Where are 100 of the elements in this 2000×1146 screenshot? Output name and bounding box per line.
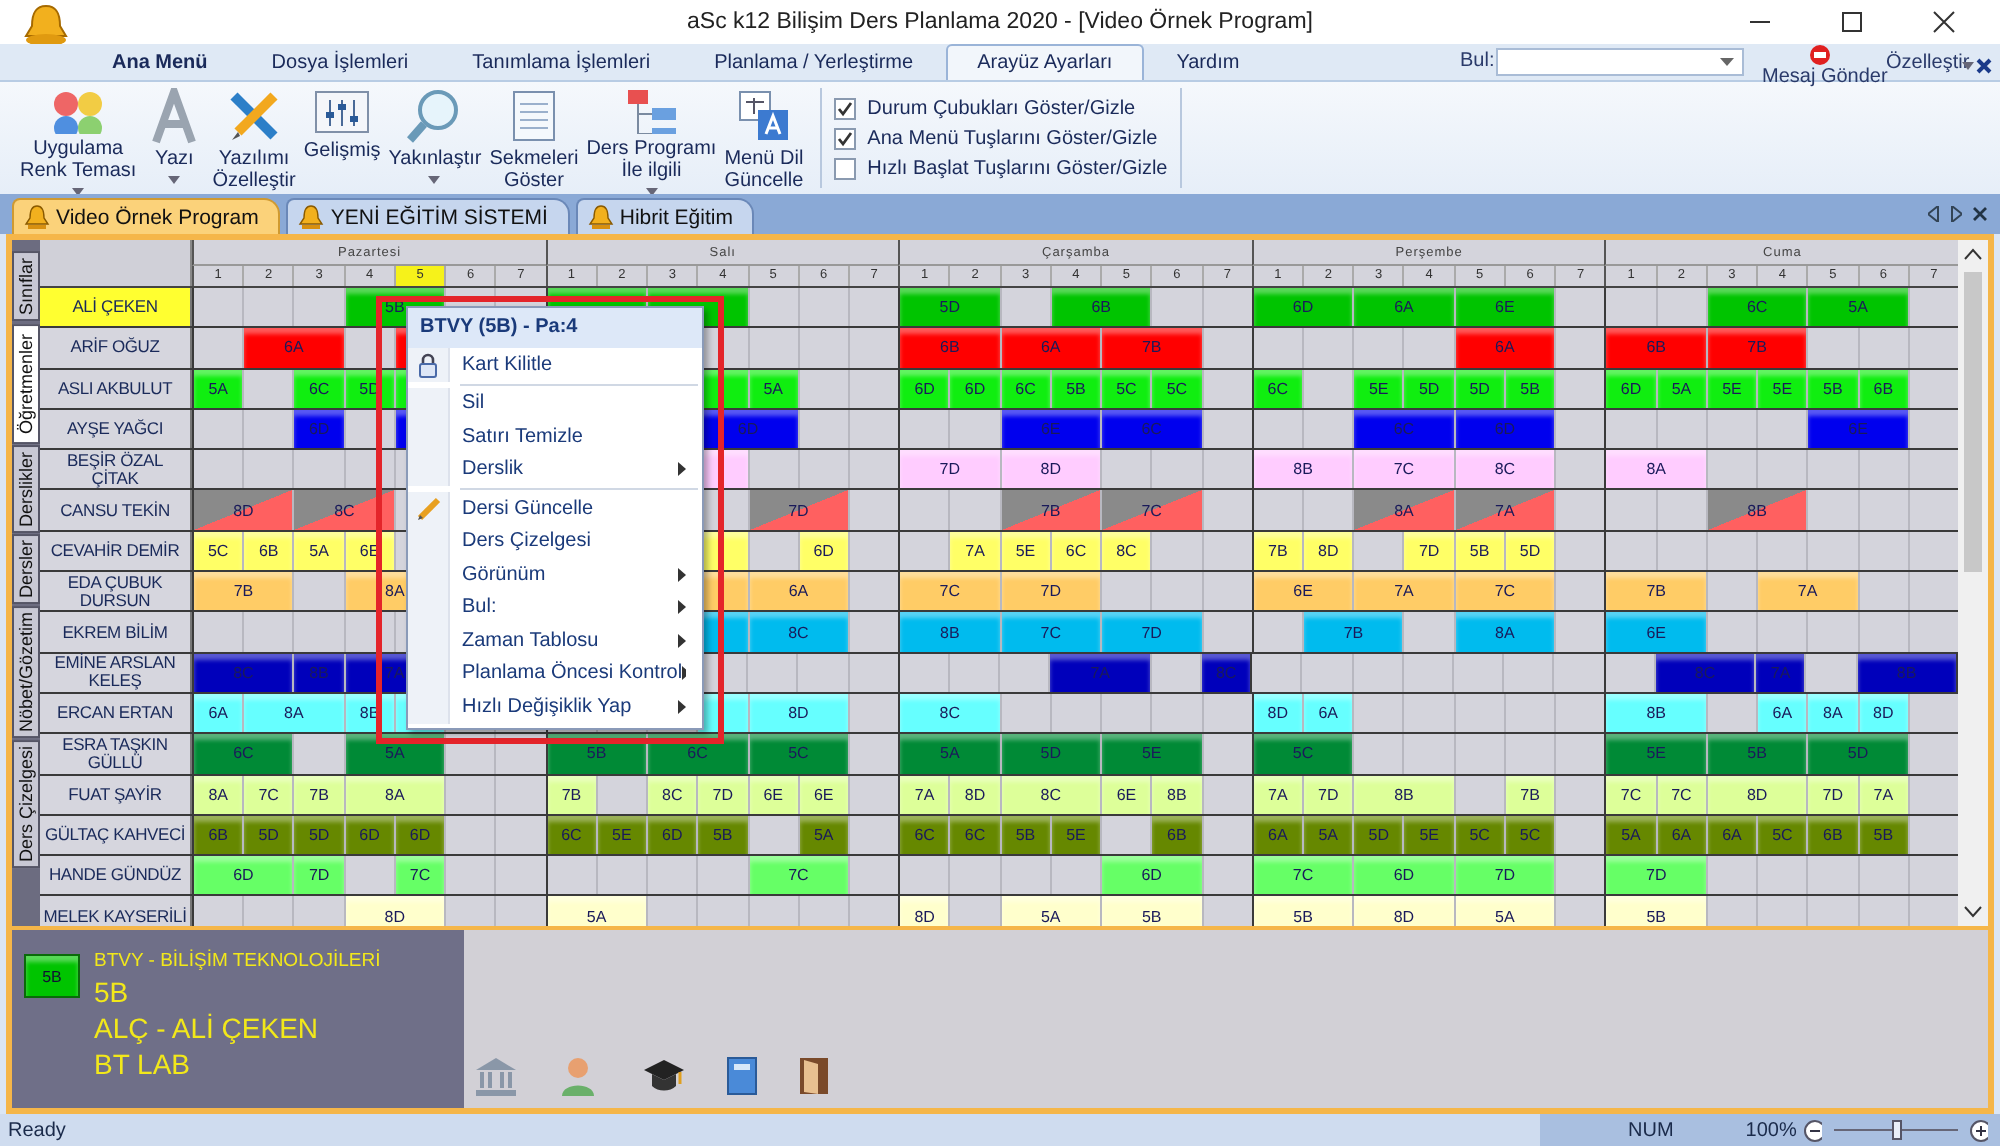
lesson-card[interactable]: 6C [545, 815, 596, 855]
lesson-card[interactable]: 7D [1604, 856, 1706, 895]
lesson-card[interactable]: 8D [948, 775, 1000, 814]
lesson-card[interactable]: 6D [1604, 369, 1656, 408]
lesson-card[interactable]: 7C [1100, 490, 1202, 530]
lesson-card[interactable]: 6A [1655, 815, 1706, 855]
lesson-card[interactable]: 6B [1049, 288, 1151, 327]
lesson-card[interactable]: 5D [999, 734, 1101, 774]
lesson-card[interactable]: 7D [747, 490, 848, 530]
lesson-card[interactable]: 5D [1352, 815, 1403, 855]
lesson-card[interactable]: 8A [1806, 693, 1858, 733]
lesson-card[interactable]: 8A [192, 775, 243, 814]
ribbon-tab[interactable]: Ana Menü [80, 44, 240, 80]
lesson-card[interactable]: 7A [1857, 775, 1908, 814]
lesson-card[interactable]: 6B [242, 531, 293, 571]
lesson-card[interactable]: 7A [1352, 572, 1454, 611]
ribbon-tab[interactable]: Tanımlama İşlemleri [440, 44, 683, 80]
lesson-card[interactable]: 5B [1503, 369, 1555, 408]
lesson-card[interactable]: 8D [1857, 693, 1908, 733]
lesson-card[interactable]: 5C [192, 531, 243, 571]
lesson-card[interactable]: 6A [1352, 288, 1454, 327]
lesson-card[interactable]: 8D [343, 896, 445, 926]
lesson-card[interactable]: 5C [1150, 369, 1202, 408]
lesson-card[interactable]: 5B [1453, 531, 1504, 571]
lesson-card[interactable]: 6A [999, 328, 1101, 368]
lesson-card[interactable]: 7D [898, 450, 1000, 489]
lesson-card[interactable]: 6C [898, 815, 949, 855]
lesson-card[interactable]: 7B [999, 490, 1101, 530]
ribbon-button[interactable]: Yakınlaştır [384, 82, 486, 194]
side-tab[interactable]: Derslikler [12, 445, 40, 533]
ribbon-tab[interactable]: Dosya İşlemleri [239, 44, 441, 80]
lesson-card[interactable]: 5A [1453, 896, 1555, 926]
lesson-card[interactable]: 6C [999, 369, 1050, 408]
lesson-card[interactable]: 8A [1352, 490, 1454, 530]
lesson-card[interactable]: 7C [999, 612, 1101, 652]
lesson-card[interactable]: 6B [1806, 815, 1858, 855]
lesson-card[interactable]: 5D [1453, 369, 1504, 408]
lesson-card[interactable]: 6E [1604, 612, 1706, 652]
lesson-card[interactable]: 6C [1705, 288, 1807, 327]
lesson-card[interactable]: 5D [292, 815, 344, 855]
lesson-card[interactable]: 5C [1756, 815, 1807, 855]
lesson-card[interactable]: 5D [1402, 369, 1454, 408]
lesson-card[interactable]: 8B [1251, 450, 1353, 489]
lesson-card[interactable]: 6D [1352, 856, 1454, 895]
lesson-card[interactable]: 7C [242, 775, 293, 814]
lesson-card[interactable]: 7B [192, 572, 293, 611]
lesson-card[interactable]: 8C [292, 490, 394, 530]
lesson-card[interactable]: 7B [1705, 328, 1807, 368]
lesson-card[interactable]: 7D [1100, 612, 1202, 652]
ribbon-button[interactable]: Gelişmiş [299, 82, 385, 194]
ribbon-tab[interactable]: Arayüz Ayarları [945, 44, 1145, 80]
lesson-card[interactable]: 8B [1705, 490, 1807, 530]
lesson-card[interactable]: 8D [747, 693, 848, 733]
message-button[interactable]: Mesaj Gönder [1762, 44, 1888, 88]
lesson-card[interactable]: 5D [898, 288, 1000, 327]
document-tab[interactable]: Video Örnek Program [12, 198, 281, 234]
lesson-card[interactable]: 8D [999, 450, 1101, 489]
lesson-card[interactable]: 8C [646, 775, 697, 814]
lesson-card[interactable]: 5C [1503, 815, 1555, 855]
lesson-card[interactable]: 5D [1806, 734, 1908, 774]
lesson-card[interactable]: 6A [1302, 693, 1353, 733]
lesson-card[interactable]: 6C [1049, 531, 1101, 571]
menu-item[interactable]: Satırı Temizle [408, 420, 702, 453]
lesson-card[interactable]: 5A [1655, 369, 1706, 408]
lesson-card[interactable]: 8B [1352, 775, 1454, 814]
lesson-card[interactable]: 6A [1453, 328, 1555, 368]
lesson-card[interactable]: 8A [242, 693, 344, 733]
lesson-card[interactable]: 5B [1604, 896, 1706, 926]
lesson-card[interactable]: 8D [898, 896, 949, 926]
lesson-card[interactable]: 6D [898, 369, 949, 408]
lesson-card[interactable]: 6B [1604, 328, 1706, 368]
checkbox-option[interactable]: Durum Çubukları Göster/Gizle [833, 97, 1168, 119]
teacher-name[interactable]: ALİ ÇEKEN [40, 288, 192, 327]
lesson-card[interactable]: 7C [747, 856, 848, 895]
lesson-card[interactable]: 7C [1251, 856, 1353, 895]
lesson-card[interactable]: 5C [1453, 815, 1504, 855]
lesson-card[interactable]: 7D [1302, 775, 1353, 814]
lesson-card[interactable]: 6E [1100, 775, 1151, 814]
lesson-card[interactable]: 6A [1705, 815, 1757, 855]
lesson-card[interactable]: 8D [1705, 775, 1807, 814]
teacher-name[interactable]: GÜLTAÇ KAHVECİ [40, 815, 192, 855]
lesson-card[interactable]: 7C [393, 856, 445, 895]
ribbon-tab[interactable]: Yardım [1144, 44, 1272, 80]
menu-item[interactable]: Dersi Güncelle [408, 492, 702, 525]
lesson-card[interactable]: 7A [898, 775, 949, 814]
ribbon-button[interactable]: Yazı [140, 82, 209, 194]
ribbon-button[interactable]: Menü Dil Güncelle [720, 82, 808, 194]
lesson-card[interactable]: 6B [1857, 369, 1908, 408]
lesson-card[interactable]: 7C [1453, 572, 1555, 611]
lesson-card[interactable]: 8C [1100, 531, 1151, 571]
side-tab[interactable]: Öğretmenler [12, 323, 40, 444]
side-tab[interactable]: Nöbet/Gözetim [12, 606, 40, 739]
lesson-card[interactable]: 5E [1049, 815, 1101, 855]
document-tab[interactable]: Hibrit Eğitim [575, 198, 755, 234]
lesson-card[interactable]: 7A [1453, 490, 1555, 530]
lesson-card[interactable]: 8B [1150, 775, 1202, 814]
customize-menu[interactable]: Özelleştir [1886, 52, 1970, 74]
lesson-card[interactable]: 8C [1453, 450, 1555, 489]
menu-item[interactable]: Ders Çizelgesi [408, 525, 702, 558]
ribbon-button[interactable]: Uygulama Renk Teması [16, 82, 141, 194]
